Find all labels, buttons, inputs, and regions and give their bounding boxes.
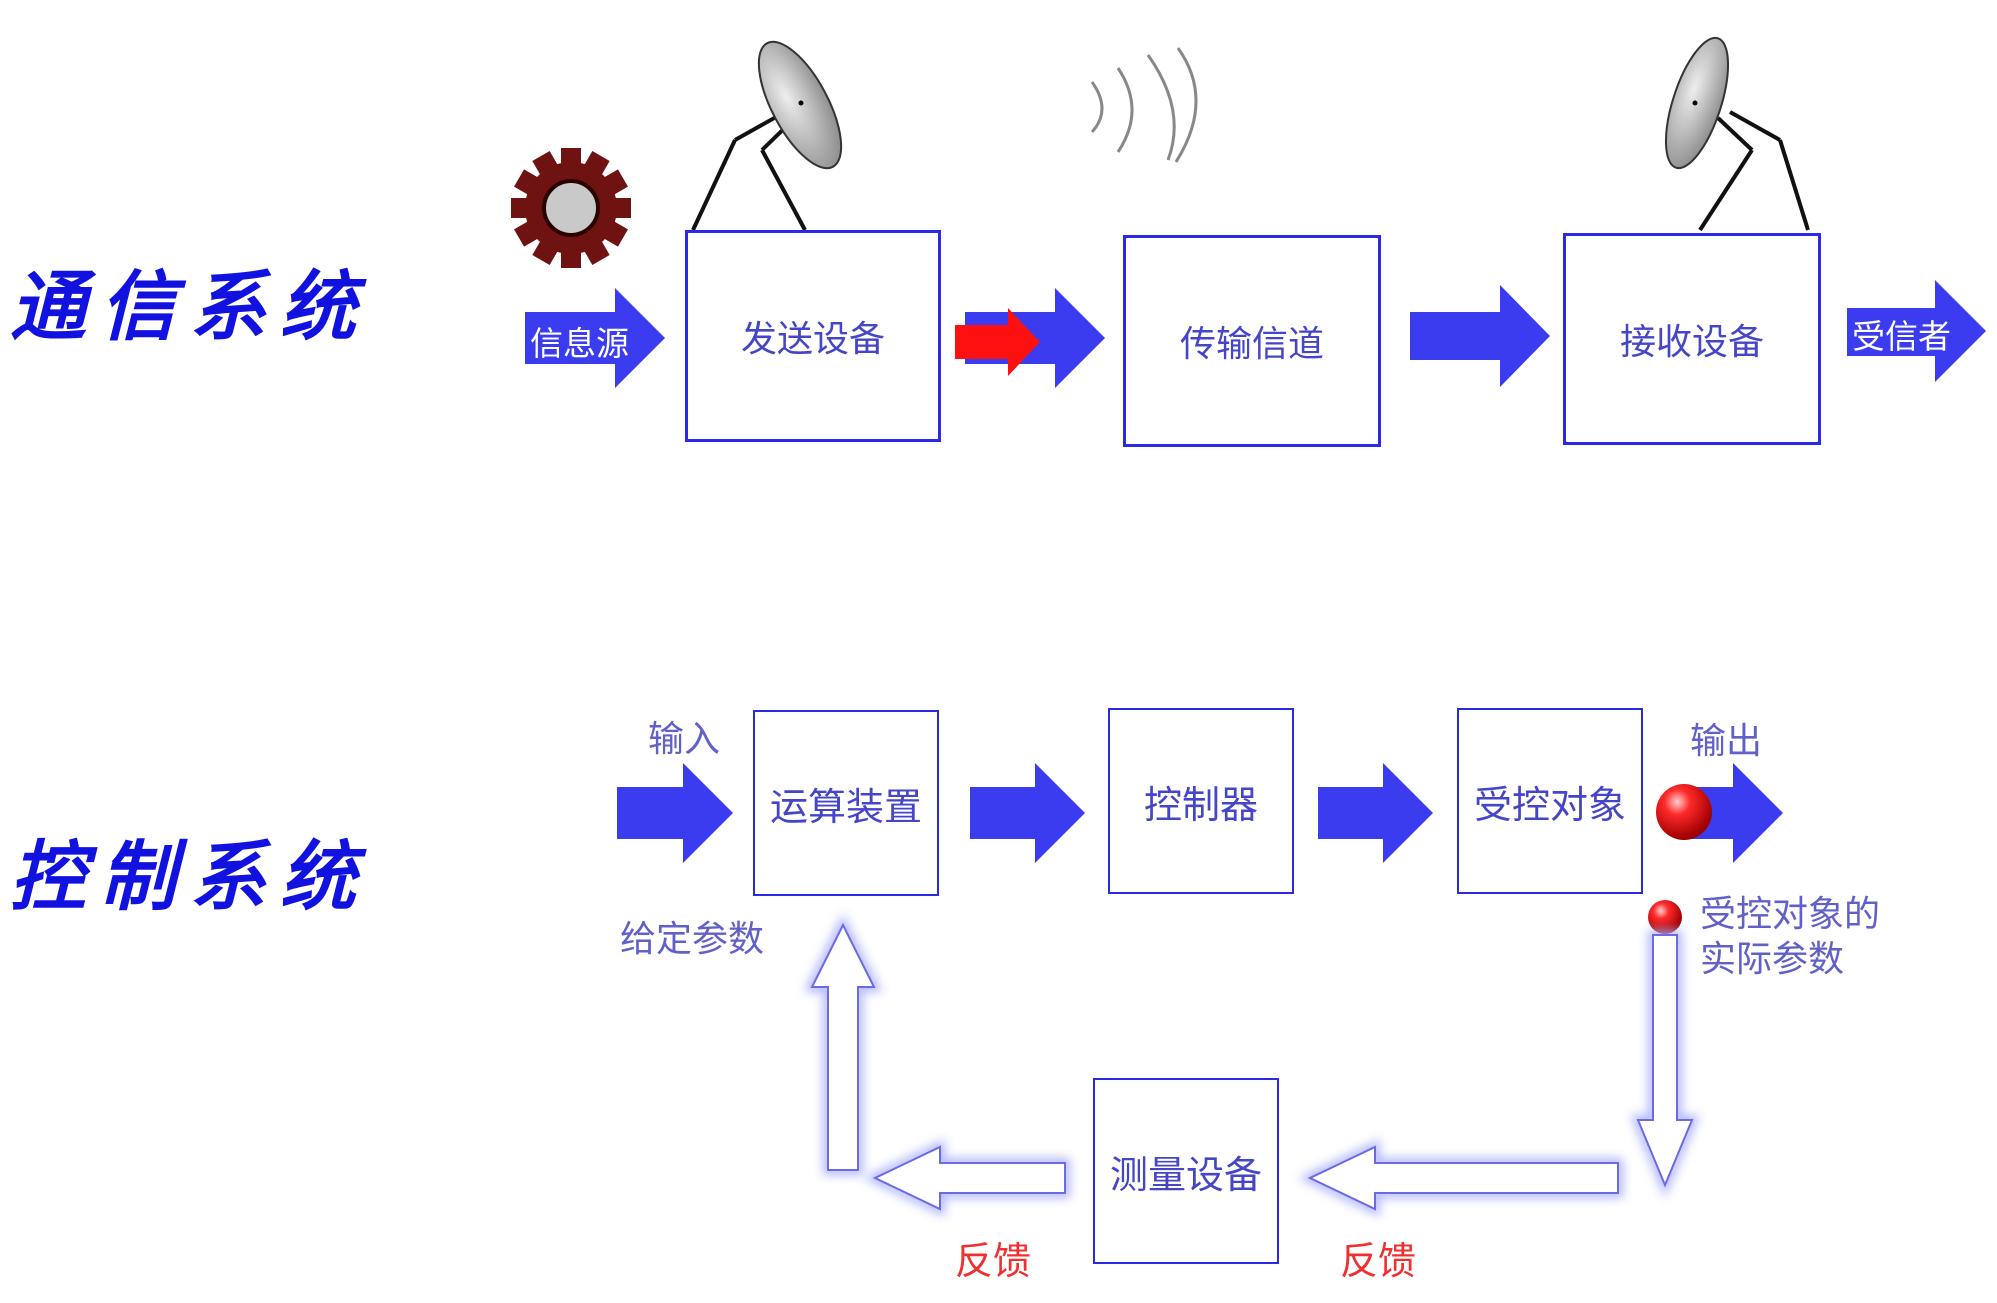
red-ball-icon [1648,900,1682,934]
measuring-label: 测量设备 [1109,1152,1262,1197]
transmitter-label: 发送设备 [740,319,885,360]
comm-system-title: 通信系统 [10,262,370,351]
gear-icon [511,148,631,268]
given-params-label: 给定参数 [620,919,765,960]
input-label: 输入 [648,719,721,760]
receiver-label: 接收设备 [1619,322,1764,363]
computing-box: 运算装置 [753,710,939,896]
channel-label: 传输信道 [1179,324,1324,365]
satellite-dish-icon [1664,36,1810,232]
arrow-input [617,763,733,863]
measuring-box: 测量设备 [1093,1078,1279,1264]
computing-label: 运算装置 [769,784,922,829]
actual-params-line2: 实际参数 [1700,939,1845,980]
sink-label: 受信者 [1852,317,1951,356]
feedback-label-right: 反馈 [1340,1239,1417,1283]
satellite-dish-icon [691,40,843,231]
red-ball-icon [1656,784,1712,840]
output-label: 输出 [1690,721,1763,762]
transmitter-box: 发送设备 [685,230,941,442]
controlled-box: 受控对象 [1457,708,1643,894]
arrow-computing-to-controller [970,763,1085,863]
controlled-label: 受控对象 [1473,782,1626,827]
arrow-controller-to-controlled [1318,763,1433,863]
diagram-graphics [511,36,1986,1217]
channel-box: 传输信道 [1123,235,1381,447]
controller-label: 控制器 [1143,782,1258,827]
receiver-box: 接收设备 [1563,233,1821,445]
arrow-channel-to-receiver [1410,285,1550,387]
radio-wave-icon [1090,47,1198,163]
control-system-title: 控制系统 [10,832,370,921]
source-label: 信息源 [530,324,629,363]
feedback-label-left: 反馈 [955,1239,1032,1283]
controller-box: 控制器 [1108,708,1294,894]
